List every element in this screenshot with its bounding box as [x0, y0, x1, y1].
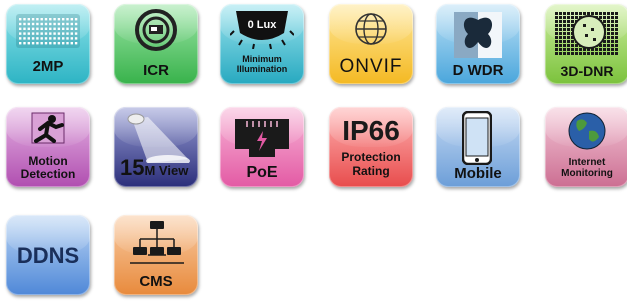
feature-tile-internet-monitoring: Internet Monitoring [545, 107, 627, 187]
feature-label: Mobile [454, 165, 502, 182]
smartphone-icon [462, 111, 492, 165]
zero-lux-label: 0 Lux [247, 19, 277, 31]
feature-tile-ddns: DDNS [6, 215, 90, 295]
feature-label: ONVIF [339, 56, 403, 77]
network-tree-icon [130, 219, 184, 271]
feature-tile-dwdr: D WDR [436, 4, 520, 84]
feature-label: D WDR [452, 62, 504, 79]
feature-tile-15m-view: 15M View [114, 107, 198, 187]
feature-label-line2: Monitoring [561, 168, 613, 179]
feature-label-line2: Detection [20, 167, 76, 181]
feature-label-line1: Protection [341, 150, 401, 164]
feature-tile-cms: CMS [114, 215, 198, 295]
feature-tile-ip66: IP66 Protection Rating [329, 107, 413, 187]
feature-label-line1: Minimum [242, 54, 282, 64]
feature-label: ICR [143, 62, 169, 79]
feature-label: PoE [246, 164, 278, 181]
running-man-icon [28, 111, 68, 151]
feature-tile-poe: PoE [220, 107, 304, 187]
view-distance-unit: M View [144, 163, 189, 178]
feature-label-line1: Motion [28, 154, 68, 168]
noise-grid-icon [555, 12, 619, 56]
feature-label-line2: Illumination [236, 64, 288, 74]
feature-label: 15M View [120, 157, 198, 179]
earth-globe-icon [567, 111, 607, 151]
feature-label-line2: Rating [352, 164, 390, 178]
feature-label: 2MP [32, 58, 64, 75]
feature-label-line1: Internet [568, 157, 606, 168]
butterfly-icon [454, 12, 502, 58]
view-distance-number: 15 [120, 155, 145, 180]
feature-label: DDNS [16, 243, 80, 268]
feature-tile-onvif: ONVIF [329, 4, 413, 84]
feature-tile-mobile: Mobile [436, 107, 520, 187]
ip-rating-value: IP66 [342, 115, 400, 146]
feature-tile-motion-detection: Motion Detection [6, 107, 90, 187]
feature-tile-min-illumination: 0 Lux Minimum Illumination [220, 4, 304, 84]
feature-label: CMS [139, 273, 173, 290]
feature-label: 3D-DNR [560, 63, 614, 79]
feature-tile-icr: ICR [114, 4, 198, 84]
dot-grid-sensor-icon: /* placeholder */ [16, 14, 80, 48]
globe-icon [354, 12, 388, 46]
camera-lens-icon [134, 8, 178, 52]
ethernet-port-icon [235, 119, 289, 157]
feature-tile-2mp: /* placeholder */ 2MP [6, 4, 90, 84]
feature-tile-3d-dnr: 3D-DNR [545, 4, 627, 84]
